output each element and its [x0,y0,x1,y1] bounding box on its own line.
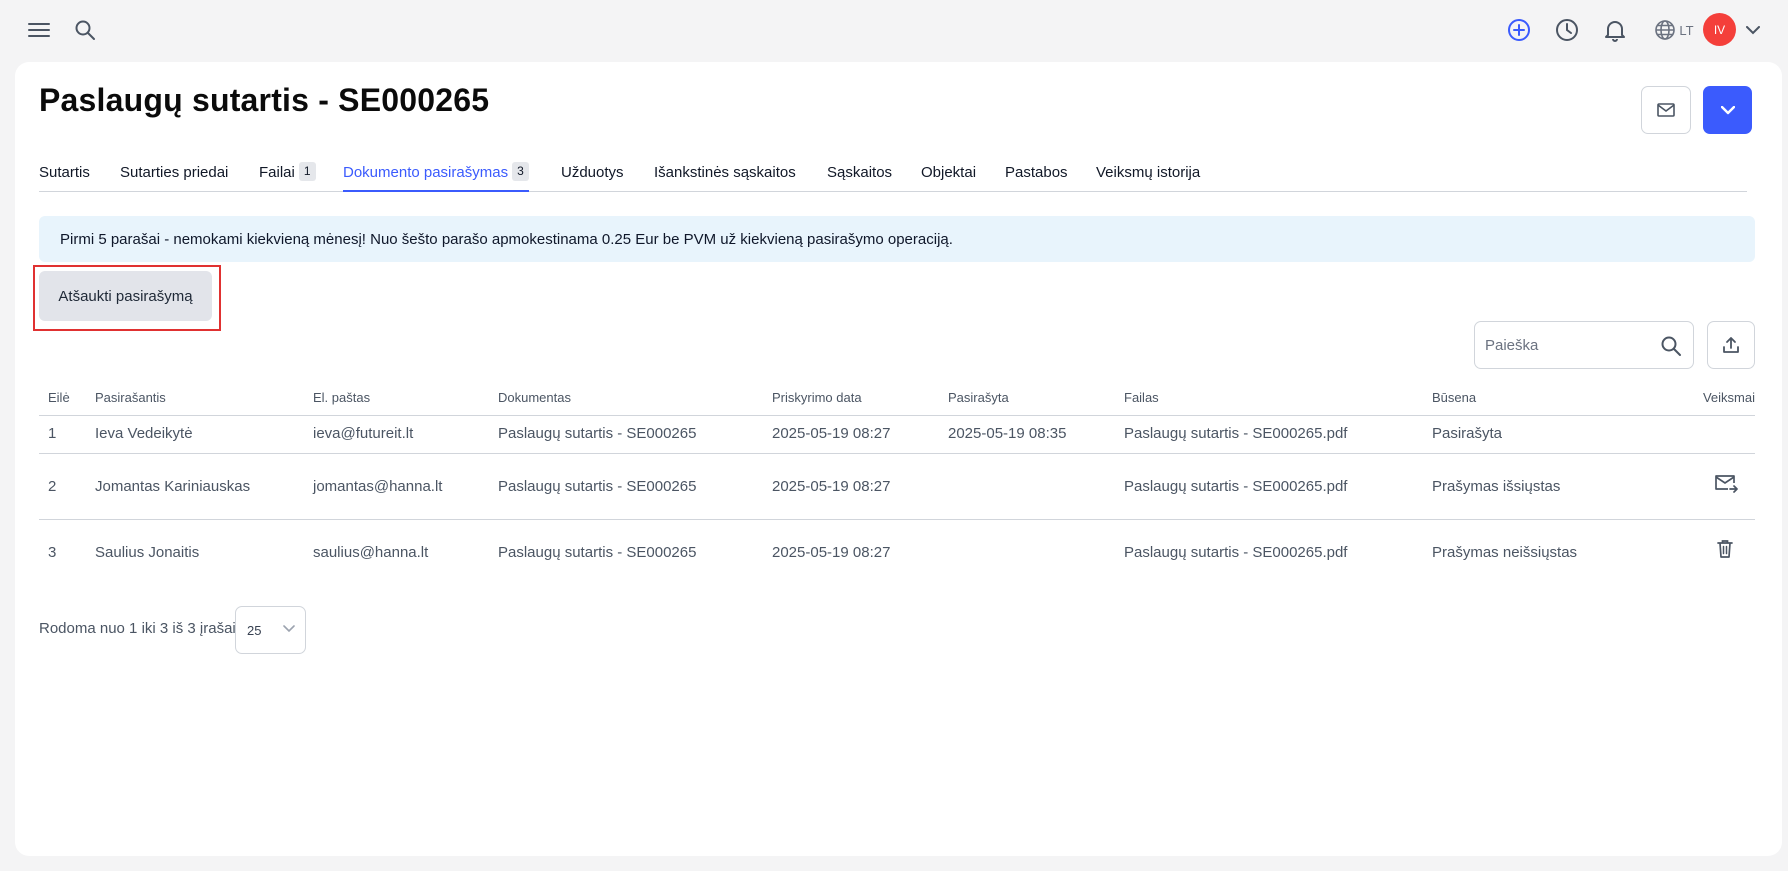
search-input[interactable] [1485,322,1645,368]
column-header-order: Eilė [48,390,70,405]
column-header-assigned-date: Priskyrimo data [772,390,862,405]
page-title: Paslaugų sutartis - SE000265 [39,82,490,118]
column-header-status: Būsena [1432,390,1477,405]
send-email-button[interactable] [1641,86,1691,134]
language-selector[interactable]: LT [1651,16,1697,44]
cell-signer: Saulius Jonaitis [95,544,200,561]
tab-label: Sutartis [39,164,90,181]
column-header-actions: Veiksmai [1702,390,1755,405]
signers-table: Eilė Pasirašantis El. paštas Dokumentas … [39,384,1755,586]
cell-file[interactable]: Paslaugų sutartis - SE000265.pdf [1124,478,1347,495]
tab-label: Išankstinės sąskaitos [654,164,796,181]
tab-label: Sąskaitos [827,164,893,181]
cell-order: 3 [48,544,57,561]
chevron-down-icon[interactable] [1743,20,1763,40]
cell-signer: Ieva Vedeikytė [95,425,193,442]
tab-label: Objektai [921,164,977,181]
tab-bar: Sutartis Sutarties priedai Failai 1 Dokum… [39,158,1747,192]
cell-assigned-date: 2025-05-19 08:27 [772,425,891,442]
tab-saskaitos[interactable]: Sąskaitos [827,158,892,192]
cell-order: 2 [48,478,57,495]
cell-assigned-date: 2025-05-19 08:27 [772,544,891,561]
chevron-down-icon [1720,105,1735,114]
upload-icon [1723,337,1739,353]
cell-email: jomantas@hanna.lt [313,478,443,495]
column-header-document: Dokumentas [498,390,571,405]
tab-failai[interactable]: Failai 1 [259,158,316,192]
top-bar: LT IV [0,0,1788,60]
cell-signed-date: 2025-05-19 08:35 [948,425,1067,442]
cell-email: ieva@futureit.lt [313,425,414,442]
cell-file[interactable]: Paslaugų sutartis - SE000265.pdf [1124,425,1347,442]
history-clock-icon[interactable] [1553,16,1581,44]
upload-button[interactable] [1707,321,1755,369]
tab-count-badge: 3 [512,162,529,181]
tab-label: Dokumento pasirašymas [343,164,509,181]
user-avatar[interactable]: IV [1703,13,1736,46]
column-header-email: El. paštas [313,390,371,405]
tab-pastabos[interactable]: Pastabos [1005,158,1068,192]
column-header-file: Failas [1124,390,1159,405]
cell-file[interactable]: Paslaugų sutartis - SE000265.pdf [1124,544,1347,561]
cell-status: Prašymas išsiųstas [1432,478,1561,495]
add-icon[interactable] [1505,16,1533,44]
per-page-select[interactable]: 25 [235,606,306,654]
tab-label: Užduotys [561,164,624,181]
table-header: Eilė Pasirašantis El. paštas Dokumentas … [39,384,1755,416]
menu-icon[interactable] [26,18,52,42]
cell-assigned-date: 2025-05-19 08:27 [772,478,891,495]
info-banner-text: Pirmi 5 parašai - nemokami kiekvieną mėn… [60,230,953,248]
table-row: 1 Ieva Vedeikytė ieva@futureit.lt Paslau… [39,416,1755,454]
tab-label: Sutarties priedai [120,164,229,181]
tab-label: Veiksmų istorija [1096,164,1201,181]
cell-document: Paslaugų sutartis - SE000265 [498,478,697,495]
tab-count-badge: 1 [298,162,316,181]
cell-signer: Jomantas Kariniauskas [95,478,251,495]
tab-label: Failai [259,164,295,181]
table-row: 3 Saulius Jonaitis saulius@hanna.lt Pasl… [39,520,1755,586]
tab-isankstines-saskaitos[interactable]: Išankstinės sąskaitos [654,158,796,192]
info-banner: Pirmi 5 parašai - nemokami kiekvieną mėn… [39,216,1755,262]
table-row: 2 Jomantas Kariniauskas jomantas@hanna.l… [39,454,1755,520]
cell-status: Prašymas neišsiųstas [1432,544,1578,561]
resend-mail-icon[interactable] [1714,474,1738,499]
tab-sutartis[interactable]: Sutartis [39,158,90,192]
tab-dokumento-pasirasymas[interactable]: Dokumento pasirašymas 3 [343,158,529,192]
search-icon[interactable] [1660,335,1682,362]
tab-label: Pastabos [1005,164,1068,181]
chevron-down-icon [283,625,295,633]
search-icon[interactable] [72,17,98,43]
delete-icon[interactable] [1717,539,1733,564]
tab-objektai[interactable]: Objektai [921,158,976,192]
column-header-signed: Pasirašyta [948,390,1009,405]
cell-email: saulius@hanna.lt [313,544,429,561]
pagination-summary: Rodoma nuo 1 iki 3 iš 3 įrašai [39,620,236,637]
cell-status: Pasirašyta [1432,425,1503,442]
more-actions-dropdown-button[interactable] [1703,86,1752,134]
cell-document: Paslaugų sutartis - SE000265 [498,425,697,442]
notifications-bell-icon[interactable] [1601,16,1629,44]
cancel-signing-button[interactable]: Atšaukti pasirašymą [39,271,212,321]
mail-icon [1657,103,1675,117]
cell-document: Paslaugų sutartis - SE000265 [498,544,697,561]
tab-sutarties-priedai[interactable]: Sutarties priedai [120,158,228,192]
globe-icon [1655,20,1676,40]
tab-uzduotys[interactable]: Užduotys [561,158,624,192]
per-page-value: 25 [247,622,262,638]
column-header-signer: Pasirašantis [95,390,166,405]
tab-veiksmu-istorija[interactable]: Veiksmų istorija [1096,158,1200,192]
search-field [1474,321,1694,369]
language-label: LT [1679,22,1694,38]
cell-order: 1 [48,425,57,442]
